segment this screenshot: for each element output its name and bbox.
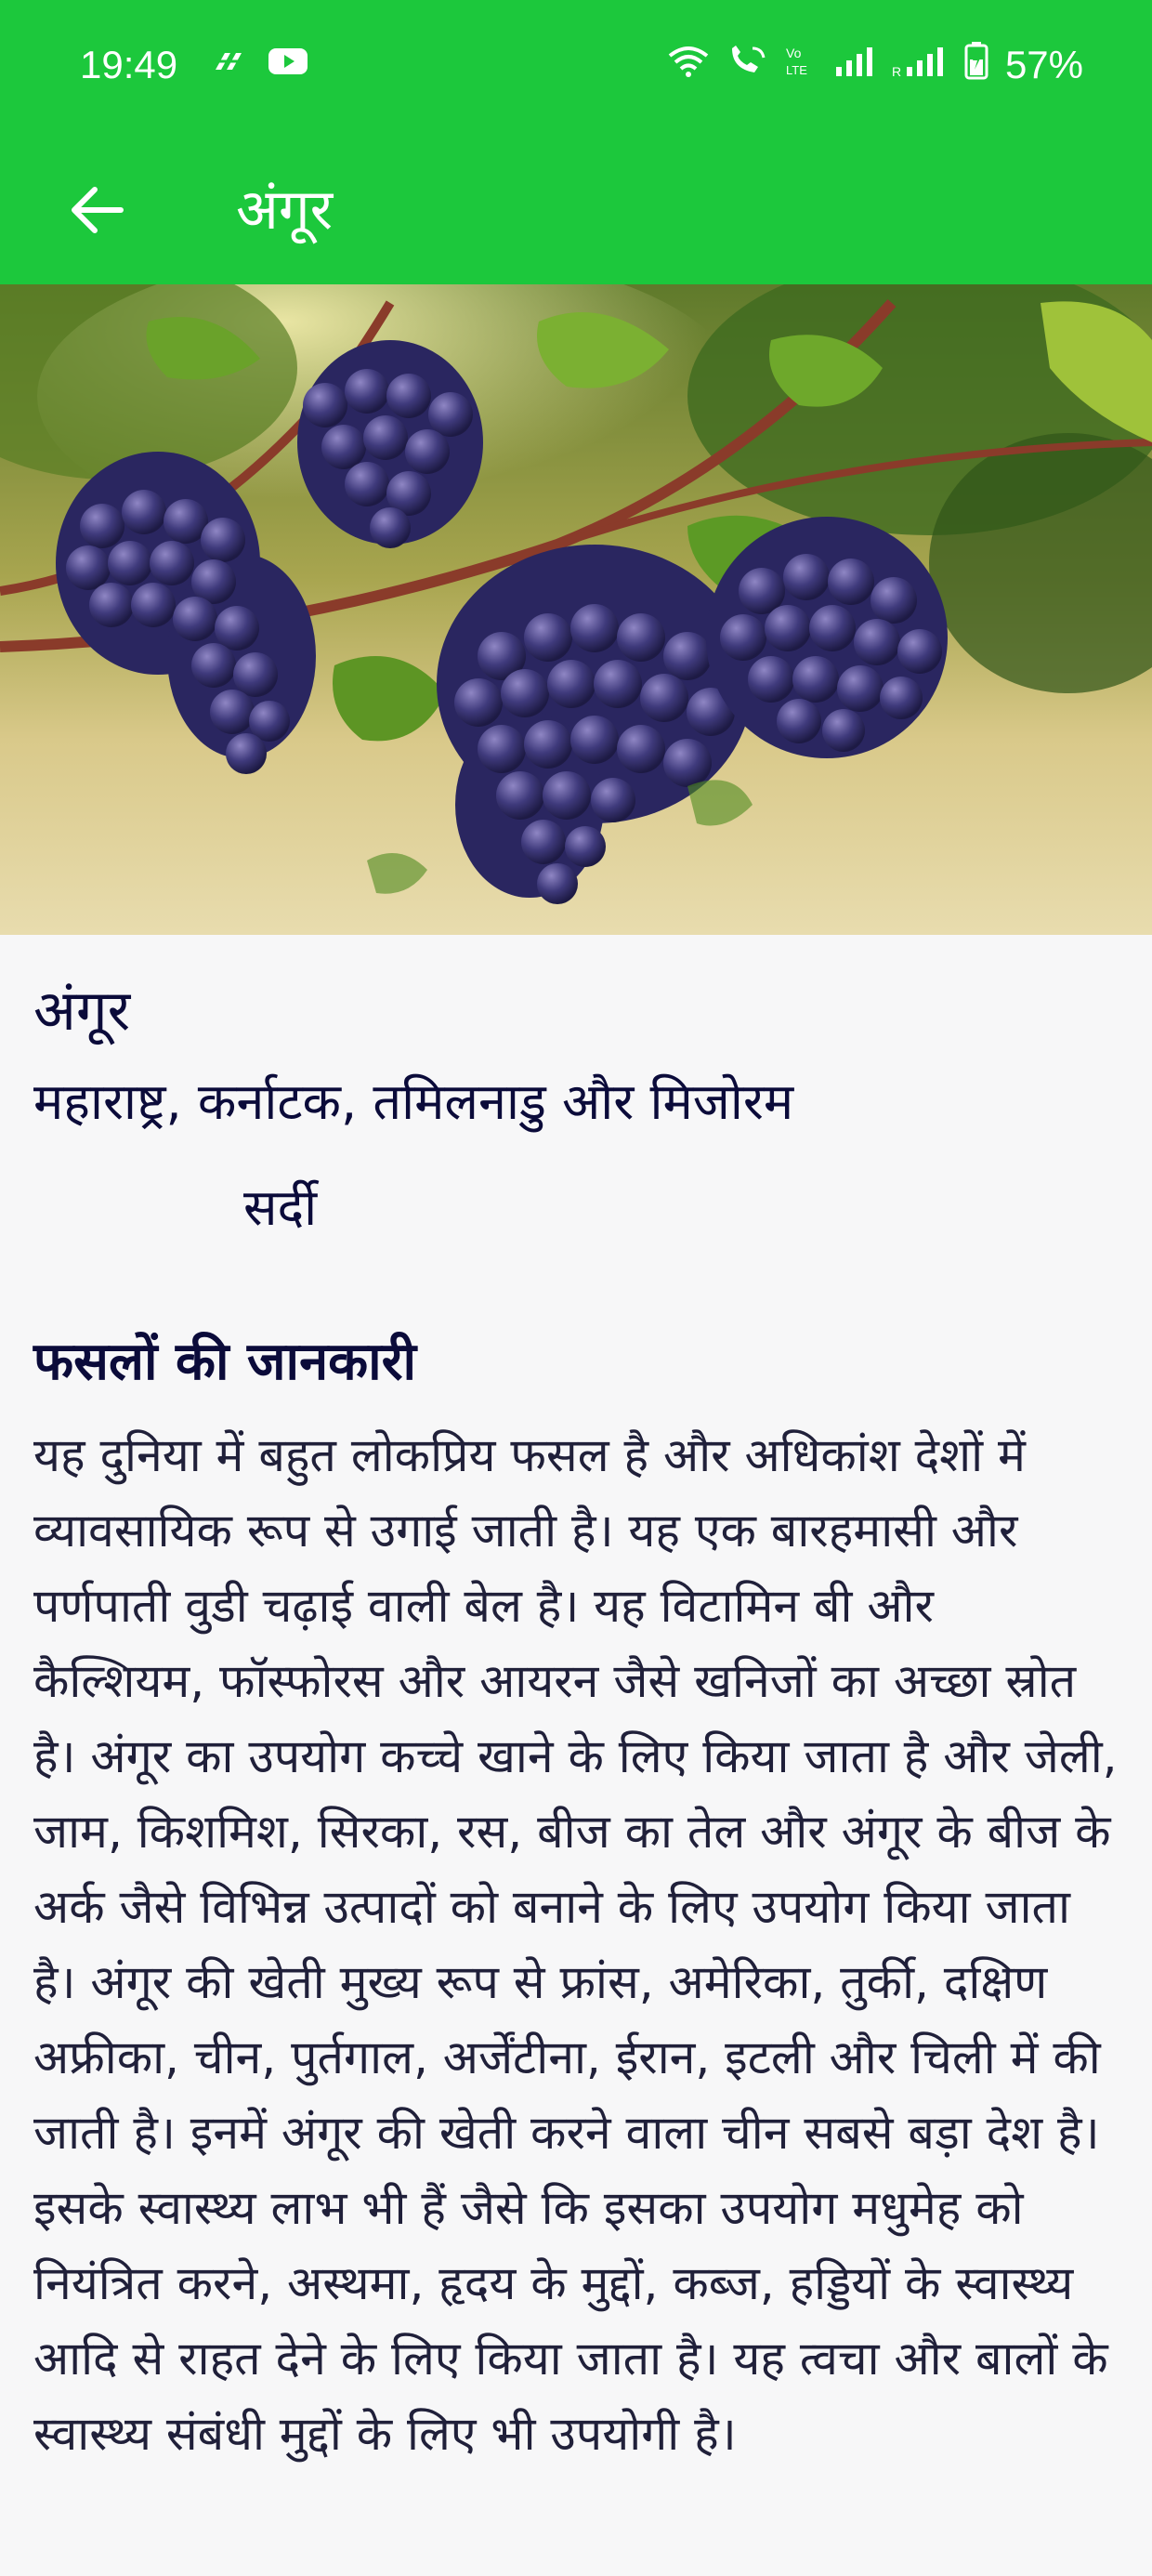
crop-description: यह दुनिया में बहुत लोकप्रिय फसल है और अध… — [33, 1428, 1118, 2461]
back-button[interactable] — [52, 167, 141, 256]
status-time: 19:49 — [80, 43, 178, 86]
crop-regions: महाराष्ट्र, कर्नाटक, तमिलनाडु और मिजोरम — [33, 1072, 794, 1131]
wifi-calling-icon — [727, 43, 767, 87]
arrow-left-icon — [69, 184, 124, 240]
app-bar: अंगूर — [0, 139, 1152, 284]
battery-icon — [964, 41, 988, 89]
svg-text:R: R — [892, 64, 901, 78]
wifi-icon — [667, 43, 710, 87]
crop-name: अंगूर — [33, 979, 131, 1044]
status-right-group: Vo LTE R 57% — [667, 41, 1083, 89]
section-title: फसलों की जानकारी — [33, 1332, 417, 1392]
signal-icon — [834, 43, 875, 87]
app-notification-icon — [210, 47, 247, 79]
youtube-icon — [268, 46, 308, 80]
status-bar: 19:49 Vo LTE R 57% — [0, 0, 1152, 139]
status-left-icons — [210, 46, 308, 80]
roaming-signal-icon: R — [892, 43, 948, 87]
svg-text:LTE: LTE — [786, 63, 807, 77]
svg-text:Vo: Vo — [786, 46, 802, 60]
crop-season: सर्दी — [243, 1178, 318, 1237]
battery-percent: 57% — [1004, 43, 1083, 86]
grapes-hero-image — [0, 284, 1152, 935]
volte-icon: Vo LTE — [784, 43, 818, 87]
crop-details: अंगूर महाराष्ट्र, कर्नाटक, तमिलनाडु और म… — [33, 935, 1119, 2472]
page-title: अंगूर — [236, 177, 334, 243]
